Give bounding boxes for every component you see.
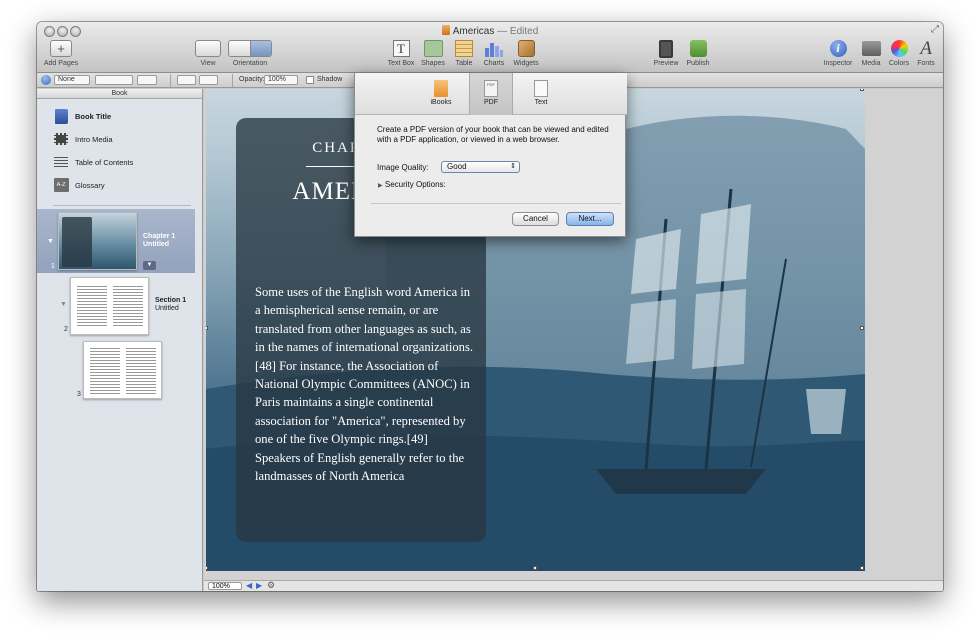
security-options-disclosure[interactable]: ▶ Security Options: (378, 180, 446, 189)
ibooks-icon (434, 80, 448, 97)
disclosure-triangle-icon[interactable]: ▼ (47, 238, 54, 245)
plus-icon: + (50, 40, 72, 57)
status-bar: 100% ◀ ▶ ⚙ (204, 580, 943, 591)
shapes-button[interactable]: Shapes (419, 39, 447, 67)
preview-button[interactable]: Preview (651, 39, 681, 67)
window-title: Americas — Edited (37, 25, 943, 37)
info-icon: i (829, 40, 847, 57)
sidebar-item-intro-media[interactable]: Intro Media (53, 131, 113, 147)
book-sidebar: Book Book Title Intro Media Table of Con… (37, 89, 203, 591)
color-wheel-icon (890, 40, 908, 57)
section-label: Section 1 Untitled (155, 297, 187, 312)
orientation-icon (228, 40, 272, 57)
previous-page-icon[interactable]: ◀ (246, 581, 252, 590)
media-icon (861, 41, 881, 56)
list-icon (53, 155, 69, 170)
add-pages-button[interactable]: + Add Pages (43, 39, 79, 67)
sheet-divider (371, 203, 621, 204)
chapter-thumbnail[interactable] (58, 212, 137, 270)
publish-icon (689, 40, 707, 57)
sidebar-item-glossary[interactable]: A-Z Glossary (53, 177, 105, 193)
image-quality-label: Image Quality: (377, 163, 429, 172)
media-button[interactable]: Media (858, 39, 884, 67)
glossary-icon: A-Z (53, 178, 69, 193)
body-text: Some uses of the English word America in… (255, 285, 473, 484)
sidebar-header: Book (37, 89, 202, 99)
table-icon (455, 40, 473, 57)
sidebar-chapter-1[interactable]: ▼ 1 Chapter 1 Untitled ▼ (37, 209, 195, 273)
text-document-icon (534, 80, 548, 97)
export-description: Create a PDF version of your book that c… (377, 125, 609, 144)
fonts-button[interactable]: A Fonts (913, 39, 939, 67)
section-thumbnail[interactable] (70, 277, 149, 335)
page-3-thumbnail[interactable] (83, 341, 162, 399)
tab-pdf[interactable]: PDF PDF (469, 73, 513, 115)
wrap-button[interactable] (177, 75, 196, 85)
text-box-icon: T (392, 40, 410, 57)
chevron-updown-icon: ⇕ (510, 163, 516, 170)
publish-button[interactable]: Publish (683, 39, 713, 67)
shadow-checkbox[interactable] (306, 76, 314, 84)
paragraph-style-select[interactable]: None (54, 75, 90, 85)
disclosure-triangle-icon[interactable]: ▼ (60, 301, 67, 308)
font-size-select[interactable] (95, 75, 133, 85)
disclosure-triangle-icon: ▶ (378, 183, 383, 189)
next-page-icon[interactable]: ▶ (256, 581, 262, 590)
selection-handle[interactable] (533, 566, 537, 570)
colors-button[interactable]: Colors (886, 39, 912, 67)
table-button[interactable]: Table (451, 39, 477, 67)
widgets-button[interactable]: Widgets (511, 39, 541, 67)
style-drawer-icon[interactable] (41, 75, 51, 85)
document-icon (441, 25, 450, 35)
sidebar-item-book-title[interactable]: Book Title (53, 108, 111, 124)
selection-handle[interactable] (206, 326, 208, 330)
book-icon (53, 108, 69, 124)
title-toolbar: Americas — Edited ⤢ + Add Pages View Ori… (37, 22, 943, 73)
charts-icon (485, 43, 503, 57)
font-icon: A (920, 38, 932, 59)
tab-text[interactable]: Text (519, 73, 563, 115)
chapter-menu-button[interactable]: ▼ (143, 261, 156, 270)
fullscreen-icon[interactable]: ⤢ (931, 24, 939, 35)
view-icon (195, 40, 221, 57)
pdf-icon: PDF (484, 80, 498, 97)
sidebar-item-table-of-contents[interactable]: Table of Contents (53, 154, 133, 170)
orientation-control[interactable]: Orientation (227, 39, 273, 67)
widgets-icon (517, 40, 535, 57)
next-button[interactable]: Next... (566, 212, 614, 226)
sidebar-divider (53, 205, 191, 206)
image-quality-select[interactable]: Good ⇕ (441, 161, 520, 173)
arrange-button[interactable] (199, 75, 218, 85)
selection-handle[interactable] (860, 89, 864, 91)
shapes-icon (423, 40, 443, 57)
charts-button[interactable]: Charts (481, 39, 507, 67)
film-icon (53, 132, 69, 147)
cancel-button[interactable]: Cancel (512, 212, 559, 226)
zoom-select[interactable]: 100% (208, 582, 242, 590)
view-button[interactable]: View (192, 39, 224, 67)
text-box-button[interactable]: T Text Box (385, 39, 417, 67)
separator (232, 74, 233, 87)
separator (170, 74, 171, 87)
gear-icon[interactable]: ⚙ (267, 580, 275, 591)
color-well[interactable] (137, 75, 157, 85)
tab-ibooks[interactable]: iBooks (419, 73, 463, 115)
selection-handle[interactable] (206, 566, 208, 570)
ipad-icon (659, 39, 673, 58)
chapter-label: Chapter 1 Untitled (143, 233, 176, 248)
opacity-select[interactable]: 100% (264, 75, 298, 85)
inspector-button[interactable]: i Inspector (821, 39, 855, 67)
export-format-tabs: iBooks PDF PDF Text (355, 73, 627, 115)
export-sheet: iBooks PDF PDF Text Create a PDF version… (354, 73, 627, 237)
selection-handle[interactable] (860, 566, 864, 570)
selection-handle[interactable] (860, 326, 864, 330)
